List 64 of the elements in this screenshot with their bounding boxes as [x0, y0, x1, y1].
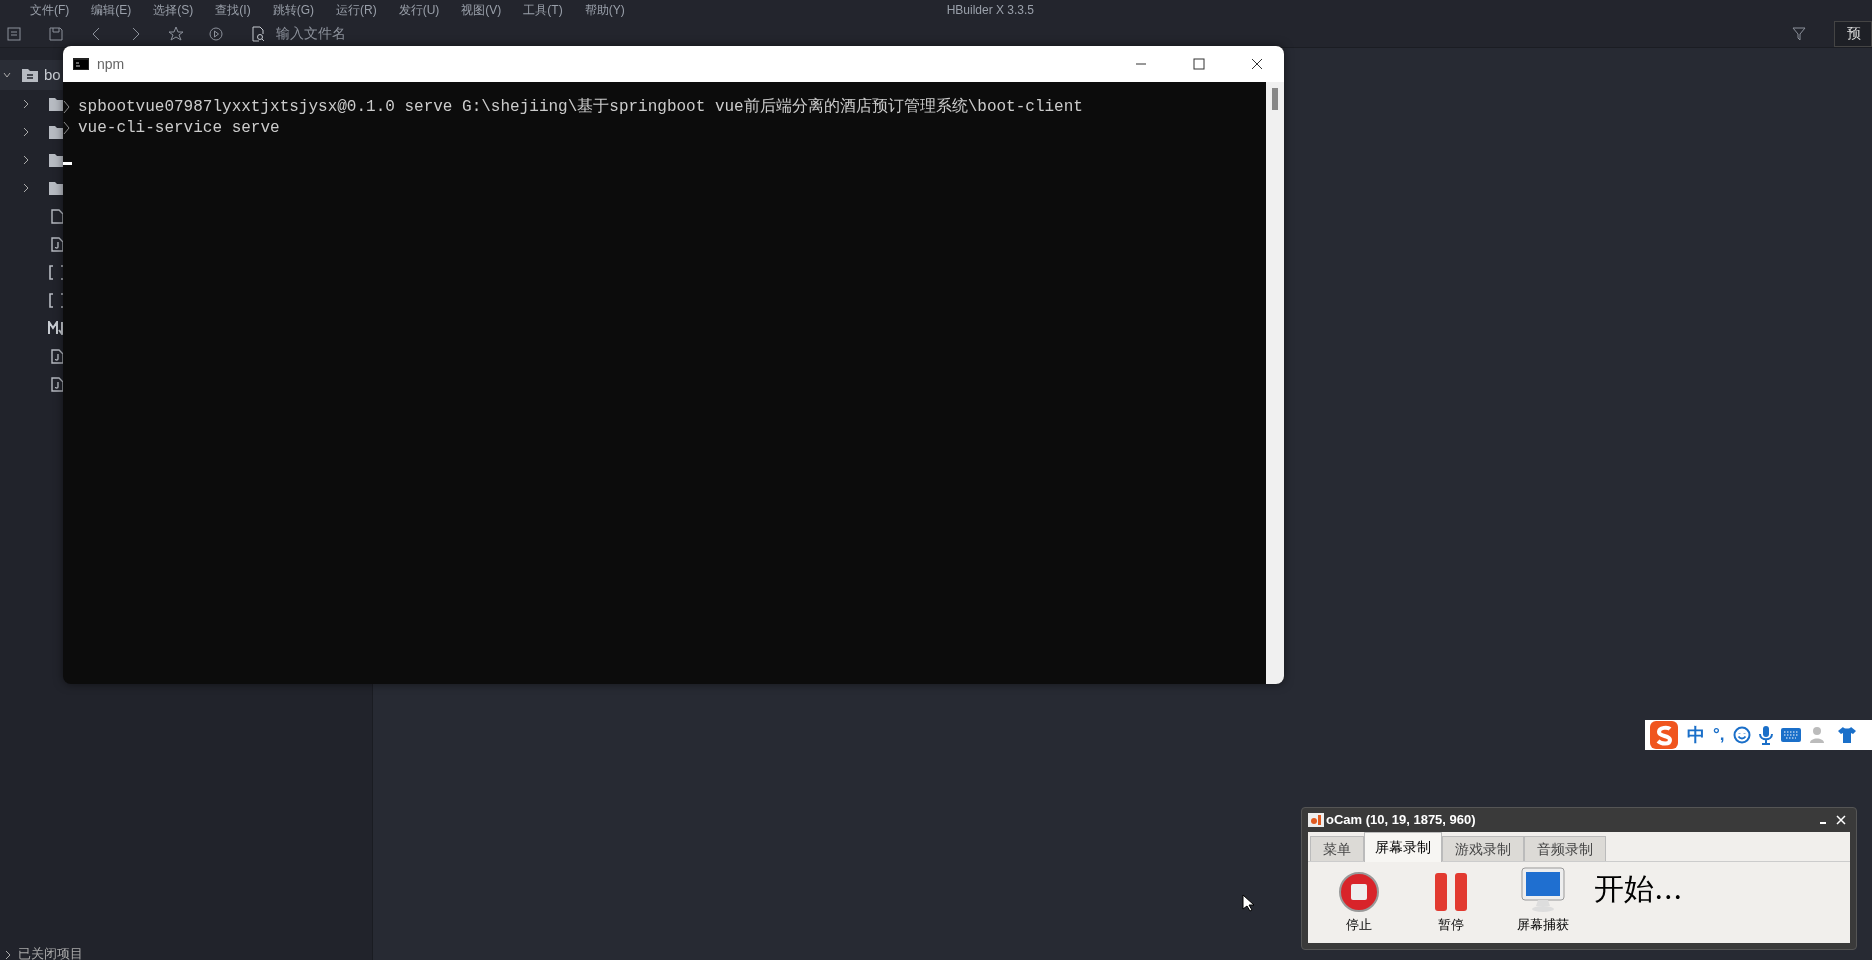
file-icon — [50, 376, 64, 392]
microphone-icon[interactable] — [1758, 725, 1773, 745]
menu-item[interactable]: 发行(U) — [398, 1, 440, 19]
caret-icon[interactable] — [22, 99, 30, 109]
window-title: HBuilder X 3.3.5 — [946, 2, 1035, 19]
forward-icon[interactable] — [130, 25, 142, 42]
input-mode-toggle[interactable]: 中 — [1687, 721, 1705, 749]
maximize-icon[interactable] — [1192, 57, 1206, 71]
status-text: 开始... — [1594, 870, 1683, 908]
tab[interactable]: 音频录制 — [1524, 836, 1606, 861]
file-icon — [50, 236, 64, 252]
star-icon[interactable] — [168, 25, 184, 42]
file-icon — [50, 208, 64, 224]
pause-button[interactable]: 暂停 — [1414, 870, 1488, 935]
monitor-icon — [1520, 867, 1566, 913]
back-icon[interactable] — [90, 25, 102, 42]
search-field[interactable]: 输入文件名 — [276, 23, 476, 44]
caret-icon[interactable] — [22, 183, 30, 193]
preview-button[interactable]: 预 — [1834, 20, 1872, 47]
filter-icon[interactable] — [1792, 26, 1806, 41]
prompt-icon — [63, 120, 70, 135]
play-icon[interactable] — [208, 25, 224, 42]
menu-item[interactable]: 工具(T) — [523, 1, 563, 19]
save-icon[interactable] — [48, 25, 64, 42]
prompt-icon — [63, 99, 70, 114]
tab[interactable]: 屏幕录制 — [1364, 832, 1442, 862]
project-icon — [22, 68, 38, 82]
app-icon — [1308, 813, 1324, 827]
smiley-icon[interactable] — [1732, 726, 1751, 744]
caret-icon[interactable] — [2, 70, 12, 80]
caret-icon[interactable] — [22, 155, 30, 165]
menu-item[interactable]: 运行(R) — [336, 1, 377, 19]
window-title: oCam (10, 19, 1875, 960) — [1326, 811, 1476, 830]
tab[interactable]: 游戏录制 — [1442, 836, 1524, 861]
mouse-pointer-icon — [1242, 894, 1254, 912]
caret-icon[interactable] — [22, 127, 30, 137]
menu-item[interactable]: 选择(S) — [153, 1, 194, 19]
menu-item[interactable]: 查找(I) — [215, 1, 251, 19]
stop-icon — [1338, 870, 1380, 913]
close-icon[interactable] — [1250, 57, 1264, 71]
terminal-line: spbootvue07987lyxxtjxtsjysx@0.1.0 serve G:\shejiing\基于springboot vue前后端分离的酒店预订管理系统\boot-client — [78, 96, 1083, 118]
text-cursor — [63, 162, 72, 165]
shirt-icon[interactable] — [1836, 725, 1857, 745]
keyboard-icon[interactable] — [1780, 728, 1801, 742]
scrollbar-thumb[interactable] — [1272, 88, 1278, 110]
tab[interactable]: 菜单 — [1310, 836, 1364, 861]
capture-button[interactable]: 屏幕捕获 — [1506, 870, 1580, 935]
punctuation-toggle[interactable]: °, — [1713, 722, 1725, 748]
menu-item[interactable]: 跳转(G) — [272, 1, 314, 19]
terminal-line: vue-cli-service serve — [78, 117, 280, 139]
search-icon[interactable] — [250, 25, 266, 42]
markdown-icon — [48, 321, 66, 335]
window-title: npm — [97, 54, 125, 74]
caret-icon[interactable] — [4, 950, 12, 960]
logo-icon[interactable] — [1649, 720, 1679, 750]
closed-projects-label[interactable]: 已关闭项目 — [18, 947, 83, 960]
project-name[interactable]: bo — [44, 63, 61, 87]
menu-item[interactable]: 视图(V) — [461, 1, 502, 19]
menu-item[interactable]: 帮助(Y) — [584, 1, 625, 19]
menu-item[interactable]: 文件(F) — [30, 1, 70, 19]
console-icon — [73, 58, 89, 70]
stop-button[interactable]: 停止 — [1322, 870, 1396, 935]
file-icon — [50, 348, 64, 364]
menu-item[interactable]: 编辑(E) — [91, 1, 132, 19]
